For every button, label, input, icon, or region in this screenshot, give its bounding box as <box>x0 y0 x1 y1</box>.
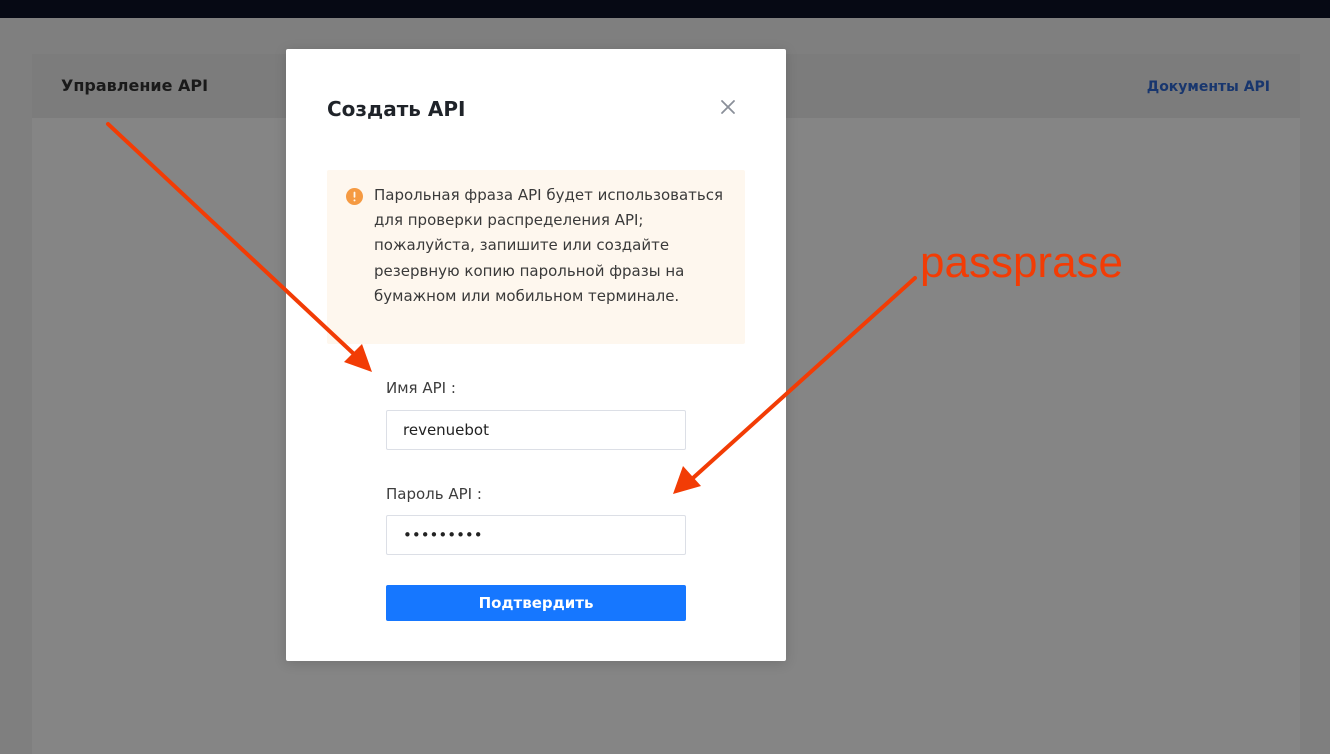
api-password-label: Пароль API : <box>386 485 482 503</box>
page-title: Управление API <box>61 76 209 95</box>
close-icon[interactable] <box>716 95 740 119</box>
passphrase-annotation: passprase <box>920 238 1124 287</box>
modal-title: Создать API <box>327 97 466 121</box>
api-password-input[interactable] <box>386 515 686 555</box>
passphrase-notice: Парольная фраза API будет использоваться… <box>327 170 745 344</box>
create-api-modal: Создать API Парольная фраза API будет ис… <box>286 49 786 661</box>
api-name-input[interactable] <box>386 410 686 450</box>
top-navbar <box>0 0 1330 18</box>
confirm-button[interactable]: Подтвердить <box>386 585 686 621</box>
api-docs-link[interactable]: Документы API <box>1147 79 1270 95</box>
api-name-label: Имя API : <box>386 379 456 397</box>
notice-text: Парольная фраза API будет использоваться… <box>374 186 724 305</box>
warning-icon <box>346 188 363 205</box>
